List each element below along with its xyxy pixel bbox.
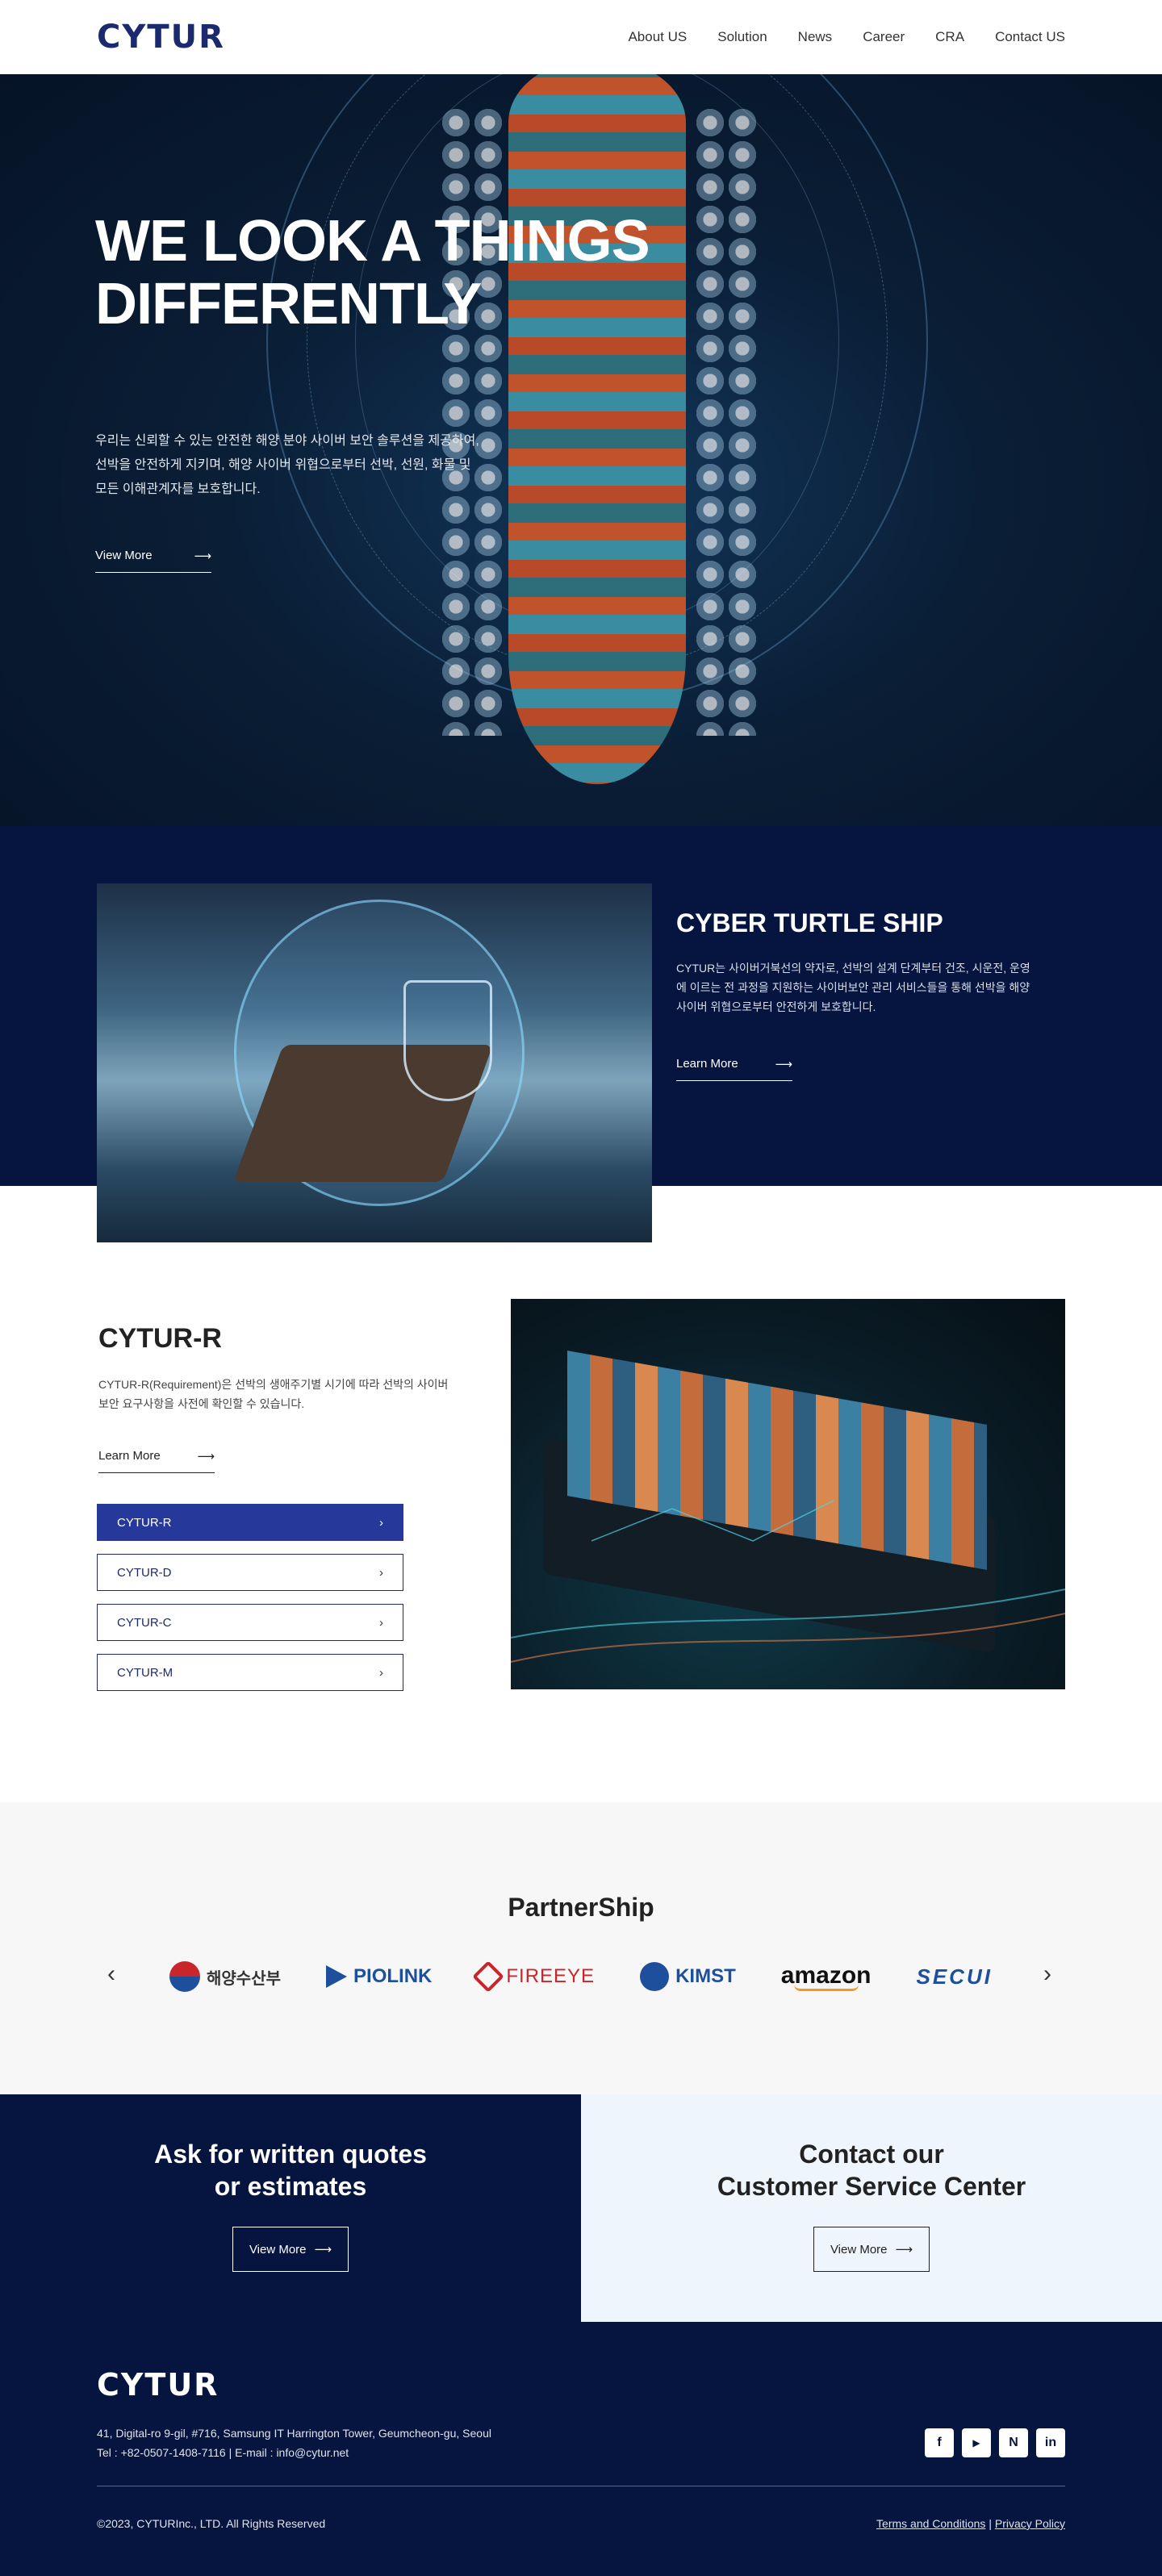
- turtle-ship-description: CYTUR는 사이버거북선의 약자로, 선박의 설계 단계부터 건조, 시운전,…: [676, 962, 1030, 1013]
- facebook-icon[interactable]: f: [925, 2428, 954, 2457]
- footer-logo[interactable]: CYTUR: [97, 2367, 219, 2403]
- partner-logo-carousel: 해양수산부 PIOLINK FIREEYE KIMST amazon SECUI: [169, 1956, 993, 1997]
- turtle-learn-more-link[interactable]: Learn More ⟶: [676, 1057, 792, 1081]
- nav-news[interactable]: News: [798, 29, 833, 45]
- tab-cytur-m[interactable]: CYTUR-M ›: [97, 1654, 403, 1691]
- site-header: CYTUR About US Solution News Career CRA …: [0, 0, 1162, 74]
- nav-solution[interactable]: Solution: [717, 29, 767, 45]
- partner-logo-fireeye[interactable]: FIREEYE: [472, 1960, 595, 1993]
- partnership-section: [0, 1802, 1162, 2094]
- cytur-logo[interactable]: CYTUR: [97, 19, 225, 56]
- nav-career[interactable]: Career: [863, 29, 905, 45]
- partnership-title: PartnerShip: [508, 1893, 654, 1922]
- partner-logo-amazon[interactable]: amazon: [781, 1962, 871, 1991]
- chevron-right-icon: ›: [379, 1515, 383, 1530]
- taegeuk-icon: [169, 1961, 200, 1992]
- site-footer: CYTUR 41, Digital-ro 9-gil, #716, Samsun…: [0, 2322, 1162, 2576]
- contact-cta-title: Contact our Customer Service Center: [717, 2140, 1026, 2201]
- partner-logo-kimst[interactable]: KIMST: [640, 1962, 736, 1991]
- arrow-right-icon: ⟶: [895, 2243, 913, 2257]
- youtube-icon[interactable]: ▶: [962, 2428, 991, 2457]
- footer-address: 41, Digital-ro 9-gil, #716, Samsung IT H…: [97, 2427, 491, 2459]
- nav-cra[interactable]: CRA: [935, 29, 964, 45]
- fireeye-mark-icon: [472, 1960, 505, 1993]
- footer-legal-links: Terms and Conditions | Privacy Policy: [847, 2517, 1065, 2530]
- chevron-right-icon: ›: [379, 1615, 383, 1630]
- partner-logo-piolink[interactable]: PIOLINK: [326, 1965, 432, 1988]
- chevron-right-icon: ›: [379, 1665, 383, 1680]
- terms-link[interactable]: Terms and Conditions: [876, 2517, 985, 2530]
- naver-icon[interactable]: N: [999, 2428, 1028, 2457]
- main-nav: About US Solution News Career CRA Contac…: [628, 29, 1065, 45]
- quote-cta-title: Ask for written quotes or estimates: [154, 2140, 427, 2201]
- turtle-ship-image: [97, 883, 652, 1242]
- hero-view-more-link[interactable]: View More ⟶: [95, 549, 211, 573]
- nav-about-us[interactable]: About US: [628, 29, 687, 45]
- chevron-right-icon: ›: [379, 1565, 383, 1580]
- tab-cytur-c[interactable]: CYTUR-C ›: [97, 1604, 403, 1641]
- hero-title: WE LOOK A THINGS DIFFERENTLY: [95, 209, 650, 336]
- quote-view-more-button[interactable]: View More ⟶: [232, 2227, 349, 2272]
- copyright-text: ©2023, CYTURInc., LTD. All Rights Reserv…: [97, 2517, 326, 2530]
- partner-logo-secui[interactable]: SECUI: [917, 1964, 993, 1989]
- hero-section: WE LOOK A THINGS DIFFERENTLY 우리는 신뢰할 수 있는…: [0, 74, 1162, 826]
- cytur-r-title: CYTUR-R: [98, 1323, 222, 1354]
- contact-view-more-button[interactable]: View More ⟶: [813, 2227, 930, 2272]
- arrow-right-icon: ⟶: [775, 1058, 792, 1071]
- tab-cytur-r[interactable]: CYTUR-R ›: [97, 1504, 403, 1541]
- turtle-ship-title: CYBER TURTLE SHIP: [676, 908, 943, 937]
- arrow-right-icon: ⟶: [314, 2243, 332, 2257]
- globe-icon: [640, 1962, 670, 1991]
- social-links: f ▶ N in: [925, 2428, 1065, 2457]
- cytur-r-description: CYTUR-R(Requirement)은 선박의 생애주기별 시기에 따라 선…: [98, 1378, 449, 1410]
- cargo-ship-image: [511, 1299, 1065, 1689]
- quote-cta-panel: Ask for written quotes or estimates View …: [0, 2094, 581, 2322]
- product-tab-list: CYTUR-R › CYTUR-D › CYTUR-C › CYTUR-M ›: [97, 1504, 403, 1691]
- arrow-right-icon: ⟶: [194, 549, 211, 563]
- piolink-mark-icon: [326, 1965, 348, 1988]
- carousel-prev-icon[interactable]: ‹: [95, 1960, 127, 1988]
- arrow-right-icon: ⟶: [197, 1450, 215, 1463]
- tab-cytur-d[interactable]: CYTUR-D ›: [97, 1554, 403, 1591]
- cytur-r-learn-more-link[interactable]: Learn More ⟶: [98, 1449, 215, 1473]
- carousel-next-icon[interactable]: ›: [1031, 1960, 1064, 1988]
- contact-cta-panel: Contact our Customer Service Center View …: [581, 2094, 1162, 2322]
- privacy-link[interactable]: Privacy Policy: [995, 2517, 1065, 2530]
- legal-separator: |: [989, 2517, 992, 2530]
- linkedin-icon[interactable]: in: [1036, 2428, 1065, 2457]
- partner-logo-mof[interactable]: 해양수산부: [169, 1961, 281, 1992]
- nav-contact-us[interactable]: Contact US: [995, 29, 1065, 45]
- hero-description: 우리는 신뢰할 수 있는 안전한 해양 분야 사이버 보안 솔루션을 제공하여,…: [95, 434, 479, 496]
- amazon-smile-icon: [793, 1985, 859, 1991]
